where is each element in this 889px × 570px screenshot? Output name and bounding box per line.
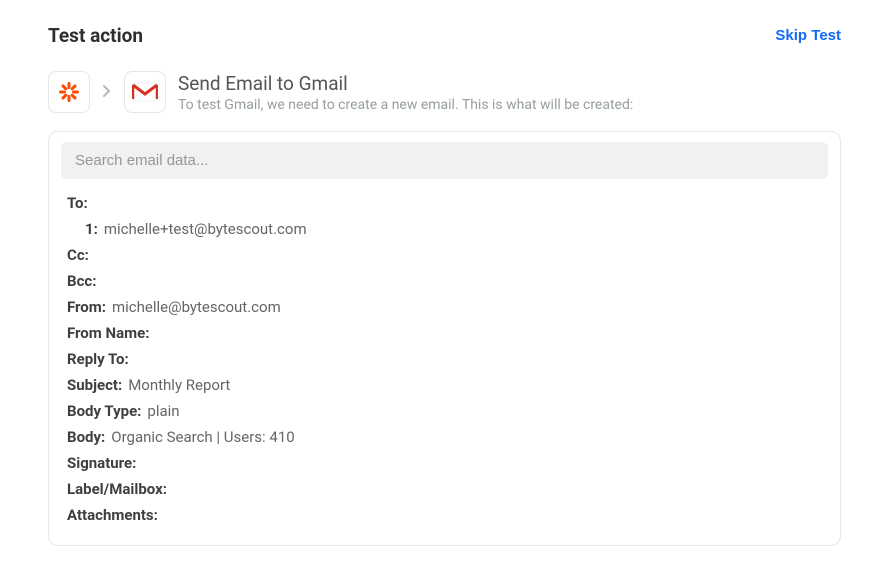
to-value-row: 1: michelle+test@bytescout.com [67,217,822,241]
zapier-icon [48,71,90,113]
action-title: Send Email to Gmail [178,72,633,95]
chevron-right-icon [102,83,112,102]
from-label: From: [67,295,106,319]
page-header: Test action Skip Test [48,24,841,47]
subject-label: Subject: [67,373,122,397]
body-value: Organic Search | Users: 410 [111,425,294,449]
bcc-field: Bcc: [67,269,822,293]
skip-test-button[interactable]: Skip Test [775,27,841,44]
subject-field: Subject: Monthly Report [67,373,822,397]
reply-to-label: Reply To: [67,347,129,371]
reply-to-field: Reply To: [67,347,822,371]
signature-field: Signature: [67,451,822,475]
body-type-value: plain [147,399,179,423]
label-mailbox-field: Label/Mailbox: [67,477,822,501]
from-name-label: From Name: [67,321,149,345]
attachments-label: Attachments: [67,503,158,527]
action-subtitle: To test Gmail, we need to create a new e… [178,97,633,113]
bcc-label: Bcc: [67,269,96,293]
to-value: michelle+test@bytescout.com [104,217,307,241]
cc-label: Cc: [67,243,89,267]
cc-field: Cc: [67,243,822,267]
body-type-field: Body Type: plain [67,399,822,423]
signature-label: Signature: [67,451,136,475]
body-label: Body: [67,425,105,449]
page-title: Test action [48,24,143,47]
subject-value: Monthly Report [128,373,230,397]
attachments-field: Attachments: [67,503,822,527]
to-label: To: [67,191,88,215]
to-index: 1: [85,217,98,241]
data-panel: To: 1: michelle+test@bytescout.com Cc: B… [48,131,841,546]
gmail-icon [124,71,166,113]
label-mailbox-label: Label/Mailbox: [67,477,167,501]
body-field: Body: Organic Search | Users: 410 [67,425,822,449]
from-value: michelle@bytescout.com [112,295,281,319]
body-type-label: Body Type: [67,399,141,423]
action-text: Send Email to Gmail To test Gmail, we ne… [178,72,633,113]
from-field: From: michelle@bytescout.com [67,295,822,319]
zapier-logo-icon [57,80,81,104]
gmail-logo-icon [132,82,158,102]
search-input[interactable] [61,142,828,179]
from-name-field: From Name: [67,321,822,345]
to-field: To: [67,191,822,215]
data-list: To: 1: michelle+test@bytescout.com Cc: B… [61,191,828,527]
action-header: Send Email to Gmail To test Gmail, we ne… [48,71,841,113]
